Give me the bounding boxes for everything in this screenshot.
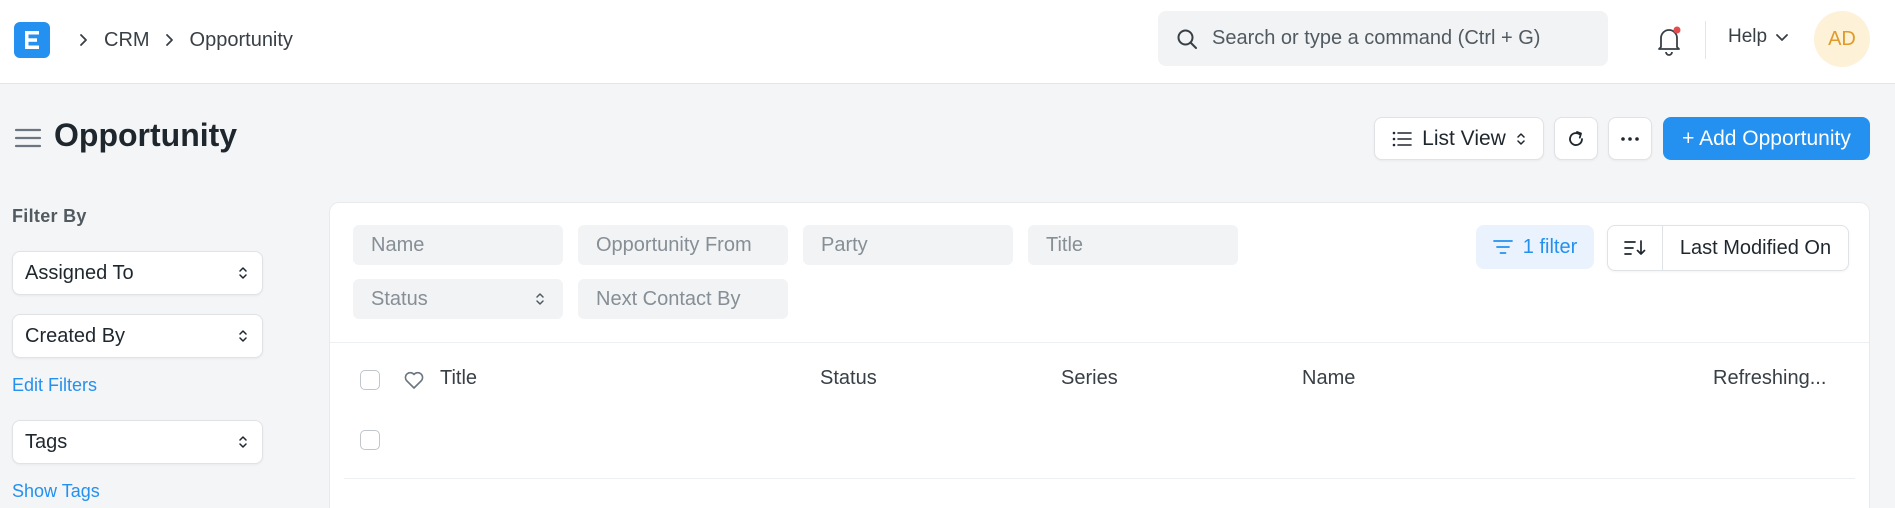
created-by-label: Created By xyxy=(25,324,126,347)
column-header-series: Series xyxy=(1061,367,1118,389)
status-filter-label: Status xyxy=(371,287,428,310)
select-arrows-icon xyxy=(239,267,247,279)
column-header-name: Name xyxy=(1302,367,1356,389)
help-label: Help xyxy=(1728,26,1768,47)
column-header-status: Status xyxy=(820,367,877,389)
chevron-down-icon xyxy=(1776,34,1788,41)
user-avatar[interactable]: AD xyxy=(1814,11,1870,67)
search-input[interactable] xyxy=(1212,27,1592,50)
list-card: Name Opportunity From Party Title Status… xyxy=(329,202,1870,508)
breadcrumb-opportunity[interactable]: Opportunity xyxy=(190,29,293,52)
select-arrows-icon xyxy=(239,436,247,448)
app-logo[interactable] xyxy=(14,22,50,58)
help-dropdown[interactable]: Help xyxy=(1728,26,1789,48)
show-tags-link[interactable]: Show Tags xyxy=(12,481,100,502)
breadcrumb-crm[interactable]: CRM xyxy=(104,29,150,52)
filter-icon xyxy=(1492,240,1513,254)
select-arrows-icon xyxy=(536,293,544,305)
edit-filters-link[interactable]: Edit Filters xyxy=(12,375,97,396)
sort-descending-icon xyxy=(1624,240,1646,255)
list-view-button[interactable]: List View xyxy=(1374,117,1544,160)
filter-by-heading: Filter By xyxy=(12,206,87,226)
list-header-row: Title Status Series Name Refreshing... xyxy=(330,358,1869,402)
select-all-checkbox[interactable] xyxy=(360,370,380,390)
page-title: Opportunity xyxy=(54,117,238,153)
search-icon xyxy=(1177,29,1197,49)
title-filter-field[interactable]: Title xyxy=(1028,225,1238,265)
sort-field-button[interactable]: Last Modified On xyxy=(1663,226,1848,270)
filter-divider xyxy=(330,342,1869,343)
more-horizontal-icon xyxy=(1621,136,1639,141)
assigned-to-select[interactable]: Assigned To xyxy=(12,251,263,295)
column-header-title: Title xyxy=(440,367,478,389)
next-contact-by-filter-field[interactable]: Next Contact By xyxy=(578,279,788,319)
tags-label: Tags xyxy=(25,430,68,453)
select-arrows-icon xyxy=(239,330,247,342)
list-view-label: List View xyxy=(1422,126,1506,150)
party-filter-field[interactable]: Party xyxy=(803,225,1013,265)
notification-bell-icon[interactable] xyxy=(1654,24,1684,56)
more-actions-button[interactable] xyxy=(1608,117,1652,160)
opportunity-from-filter-field[interactable]: Opportunity From xyxy=(578,225,788,265)
status-filter-select[interactable]: Status xyxy=(353,279,563,319)
refresh-button[interactable] xyxy=(1554,117,1598,160)
tags-select[interactable]: Tags xyxy=(12,420,263,464)
notification-dot-icon xyxy=(1673,26,1681,34)
sort-order-button[interactable] xyxy=(1608,226,1663,270)
awesome-bar[interactable] xyxy=(1158,11,1608,66)
heart-icon[interactable] xyxy=(403,369,425,391)
filter-button[interactable]: 1 filter xyxy=(1476,225,1594,269)
top-navbar: CRM Opportunity Help AD xyxy=(0,0,1895,84)
created-by-select[interactable]: Created By xyxy=(12,314,263,358)
erpnext-logo-icon xyxy=(25,31,39,49)
name-filter-field[interactable]: Name xyxy=(353,225,563,265)
sidebar-toggle-icon[interactable] xyxy=(14,126,42,150)
refreshing-indicator: Refreshing... xyxy=(1713,367,1827,389)
sort-selector: Last Modified On xyxy=(1607,225,1849,271)
list-icon xyxy=(1392,131,1412,146)
chevron-right-icon xyxy=(158,29,180,51)
refresh-icon xyxy=(1569,130,1583,146)
select-arrows-icon xyxy=(1517,132,1525,145)
list-row[interactable] xyxy=(344,411,1855,479)
navbar-divider xyxy=(1705,21,1706,59)
row-checkbox[interactable] xyxy=(360,430,380,450)
breadcrumb: CRM Opportunity xyxy=(68,25,293,55)
add-opportunity-button[interactable]: + Add Opportunity xyxy=(1663,117,1870,160)
assigned-to-label: Assigned To xyxy=(25,261,134,284)
chevron-right-icon xyxy=(72,29,94,51)
filter-count-label: 1 filter xyxy=(1522,235,1578,258)
